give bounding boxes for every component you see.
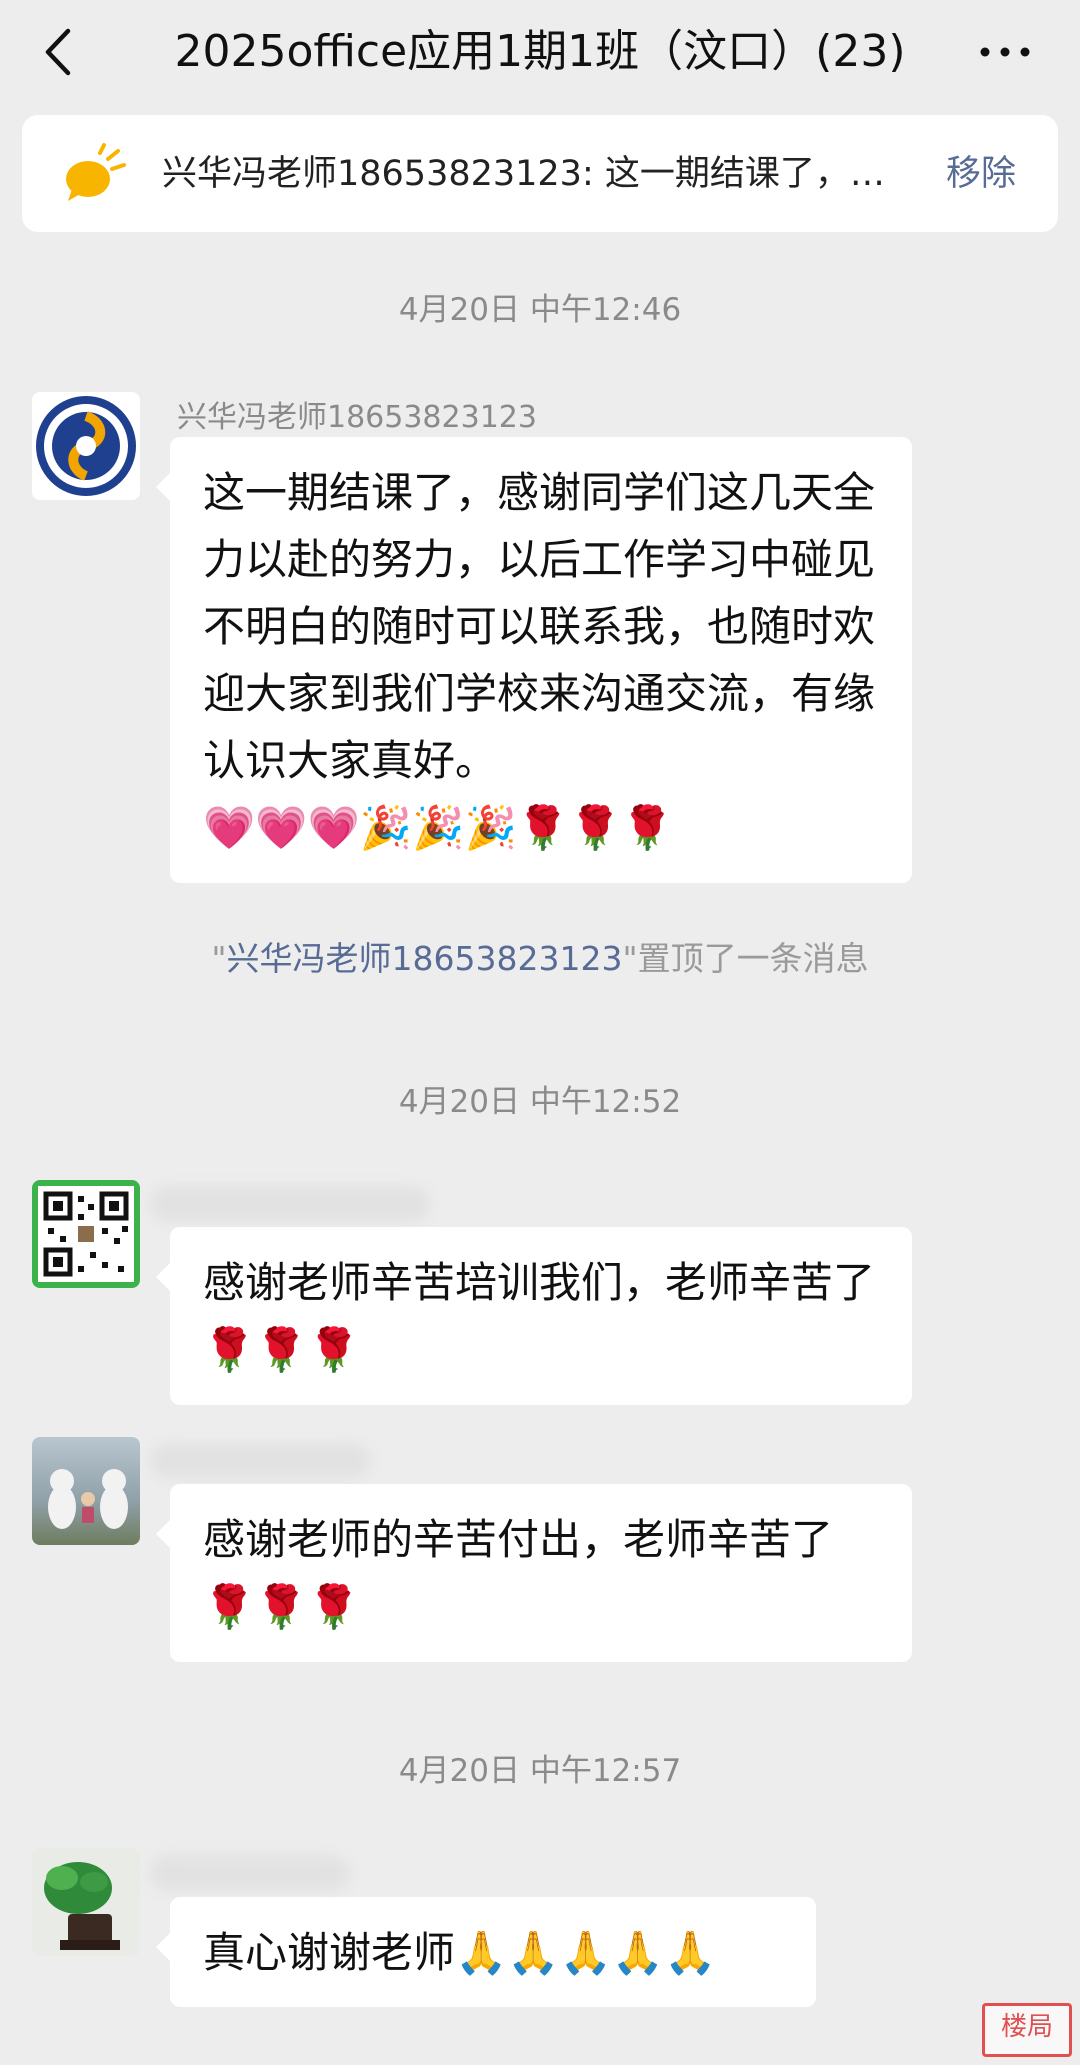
sender-name-blurred <box>150 1186 430 1222</box>
pinned-message-icon <box>62 143 126 207</box>
back-button[interactable] <box>38 25 82 79</box>
message-bubble[interactable]: 真心谢谢老师🙏🙏🙏🙏🙏 <box>156 1897 816 2007</box>
qr-code-avatar[interactable] <box>32 1180 140 1288</box>
timestamp: 4月20日 中午12:52 <box>398 1084 682 1120</box>
pinned-message-text: 兴华冯老师18653823123: 这一期结课了，… <box>162 154 885 194</box>
message-bubble[interactable]: 感谢老师辛苦培训我们，老师辛苦了🌹🌹🌹 <box>156 1227 912 1405</box>
photo-avatar[interactable] <box>32 1437 140 1545</box>
school-logo-avatar[interactable] <box>32 392 140 500</box>
timestamp: 4月20日 中午12:57 <box>398 1753 682 1789</box>
sender-name-blurred <box>150 1855 350 1891</box>
message-bubble[interactable]: 感谢老师的辛苦付出，老师辛苦了🌹🌹🌹 <box>156 1484 912 1662</box>
message-text: 真心谢谢老师🙏🙏🙏🙏🙏 <box>203 1928 717 1977</box>
sender-name: 兴华冯老师18653823123 <box>177 400 537 435</box>
message-text: 感谢老师的辛苦付出，老师辛苦了🌹🌹🌹 <box>203 1515 834 1631</box>
more-dots-icon <box>980 47 1030 57</box>
watermark-text: 楼局 <box>1000 2012 1053 2042</box>
system-notice-text: "置顶了一条消息 <box>622 939 869 978</box>
pinner-name-link[interactable]: 兴华冯老师18653823123 <box>227 939 623 978</box>
watermark-stamp: 楼局 <box>982 2003 1072 2057</box>
emoji-row: 💗💗💗🎉🎉🎉🌹🌹🌹 <box>203 803 674 852</box>
pinned-message-bar[interactable]: 兴华冯老师18653823123: 这一期结课了，… 移除 <box>22 115 1058 232</box>
plant-photo-avatar[interactable] <box>32 1848 140 1956</box>
more-button[interactable] <box>975 30 1035 74</box>
top-bar: 2025office应用1期1班（汶口）(23) <box>0 0 1080 105</box>
quote-mark: " <box>211 939 227 978</box>
remove-pin-button[interactable]: 移除 <box>946 149 1016 199</box>
message-text: 感谢老师辛苦培训我们，老师辛苦了🌹🌹🌹 <box>203 1258 876 1374</box>
message-text: 这一期结课了，感谢同学们这几天全力以赴的努力，以后工作学习中碰见不明白的随时可以… <box>203 468 876 785</box>
sender-name-blurred <box>150 1443 370 1479</box>
timestamp: 4月20日 中午12:46 <box>398 292 682 328</box>
chevron-left-icon <box>45 28 71 76</box>
system-notice: "兴华冯老师18653823123"置顶了一条消息 <box>0 932 1080 980</box>
chat-title: 2025office应用1期1班（汶口）(23) <box>174 26 906 77</box>
message-bubble[interactable]: 这一期结课了，感谢同学们这几天全力以赴的努力，以后工作学习中碰见不明白的随时可以… <box>156 437 912 883</box>
